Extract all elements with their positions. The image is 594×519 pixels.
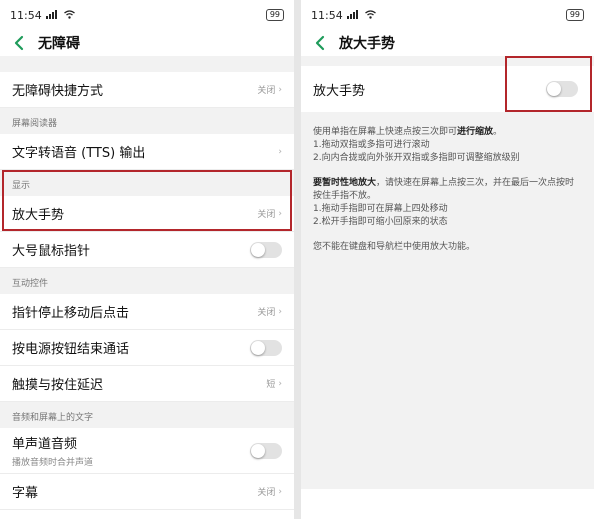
row-value: 短 [266,380,276,390]
large-pointer-toggle[interactable] [250,241,282,258]
desc-text: 。 [493,127,503,137]
row-label: 文字转语音 (TTS) 输出 [12,146,146,161]
row-label: 触摸与按住延迟 [12,378,104,393]
wifi-icon [63,9,75,22]
row-tts-output[interactable]: 文字转语音 (TTS) 输出 › [0,134,294,170]
power-ends-call-toggle[interactable] [250,339,282,356]
back-arrow-icon [14,35,24,51]
desc-text: 使用单指在屏幕上快速点按三次即可 [313,127,458,137]
chevron-right-icon: › [278,84,282,95]
row-mono-audio: 单声道音频 播放音频时合并声道 [0,428,294,474]
row-value: 关闭 [257,488,276,498]
row-captions[interactable]: 字幕 关闭 › [0,474,294,510]
settings-content: 放大手势 使用单指在屏幕上快速点按三次即可进行缩放。 1.拖动双指或多指可进行滚… [301,56,594,489]
app-bar: 放大手势 [301,30,594,56]
back-button[interactable] [10,32,28,54]
row-value: 关闭 [257,308,276,318]
section-header-audio-text: 音频和屏幕上的文字 [0,402,294,428]
row-label: 放大手势 [313,83,366,99]
row-magnification-toggle: 放大手势 [301,66,594,112]
row-magnification-gesture[interactable]: 放大手势 关闭 › [0,196,294,232]
row-label: 大号鼠标指针 [12,244,91,259]
chevron-right-icon: › [278,306,282,317]
status-bar: 11:54 99 [301,0,594,30]
back-button[interactable] [311,32,329,54]
row-label: 单声道音频 [12,437,78,452]
app-bar: 无障碍 [0,30,294,56]
row-accessibility-shortcut[interactable]: 无障碍快捷方式 关闭 › [0,72,294,108]
row-large-pointer: 大号鼠标指针 [0,232,294,268]
signal-icon [45,9,60,22]
row-label: 无障碍快捷方式 [12,84,104,99]
page-title: 放大手势 [339,36,395,52]
status-time: 11:54 [10,8,42,22]
spacer [0,56,294,72]
magnification-gesture-screen: 11:54 99 放大手势 放大手势 使用单指在屏幕上快速点按三次即可进行缩放。… [301,0,594,519]
mono-audio-toggle[interactable] [250,442,282,459]
row-power-ends-call: 按电源按钮结束通话 [0,330,294,366]
battery-icon: 99 [565,9,584,21]
desc-text: 2.松开手指即可缩小回原来的状态 [313,217,448,227]
row-label: 按电源按钮结束通话 [12,342,130,357]
row-touch-hold-delay[interactable]: 触摸与按住延迟 短 › [0,366,294,402]
chevron-right-icon: › [278,486,282,497]
row-label: 指针停止移动后点击 [12,306,130,321]
status-time: 11:54 [311,8,343,22]
wifi-icon [364,9,376,22]
row-label: 字幕 [12,486,39,501]
signal-icon [346,9,361,22]
description: 使用单指在屏幕上快速点按三次即可进行缩放。 1.拖动双指或多指可进行滚动 2.向… [301,112,594,254]
status-bar: 11:54 99 [0,0,294,30]
section-header-display: 显示 [0,170,294,196]
page-title: 无障碍 [38,36,80,52]
row-value: 关闭 [257,86,276,96]
desc-bold-text: 要暂时性地放大 [313,178,377,188]
desc-text: 2.向内合拢或向外张开双指或多指即可调整缩放级别 [313,153,520,163]
accessibility-screen: 11:54 99 无障碍 无障碍快捷方式 关闭 › 屏幕阅读器 文字转语音 (TT… [0,0,294,519]
row-value: 关闭 [257,210,276,220]
screenshot-divider [294,0,301,519]
chevron-right-icon: › [278,208,282,219]
desc-text: 1.拖动双指或多指可进行滚动 [313,140,430,150]
back-arrow-icon [315,35,325,51]
section-header-interaction: 互动控件 [0,268,294,294]
row-dwell-click[interactable]: 指针停止移动后点击 关闭 › [0,294,294,330]
battery-icon: 99 [265,9,284,21]
desc-bold-text: 进行缩放 [457,127,494,137]
desc-text: 您不能在键盘和导航栏中使用放大功能。 [313,242,476,252]
row-label: 放大手势 [12,208,65,223]
magnification-toggle[interactable] [546,81,578,97]
section-header-screen-reader: 屏幕阅读器 [0,108,294,134]
chevron-right-icon: › [278,146,282,157]
desc-text: 1.拖动手指即可在屏幕上四处移动 [313,204,448,214]
chevron-right-icon: › [278,378,282,389]
row-sublabel: 播放音频时合并声道 [12,458,94,468]
